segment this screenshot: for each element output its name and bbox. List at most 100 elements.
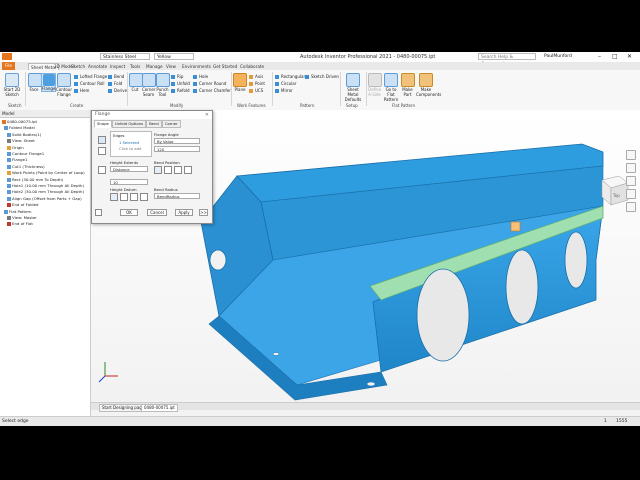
tab-annotate[interactable]: Annotate xyxy=(88,63,107,70)
sketch-driven-pattern-button[interactable]: Sketch Driven xyxy=(305,74,339,80)
unfold-button[interactable]: Unfold xyxy=(171,81,190,87)
material-select[interactable]: Stainless Steel xyxy=(100,53,150,60)
face-button[interactable]: Face xyxy=(28,73,42,92)
corner-seam-button[interactable]: Corner Seam xyxy=(142,73,156,97)
browser-node[interactable]: Align Gap (Offset from Parts + Gap) xyxy=(0,196,82,202)
small-hole[interactable] xyxy=(366,381,376,387)
edge-grip-handle[interactable] xyxy=(510,221,521,232)
orbit-icon[interactable] xyxy=(626,189,636,199)
browser-node[interactable]: Origin xyxy=(0,145,24,151)
flip-direction-icon[interactable] xyxy=(98,166,106,174)
browser-node[interactable]: Folded Model xyxy=(0,125,35,131)
hole-button[interactable]: Hole xyxy=(193,74,208,80)
bend-position-option-1[interactable] xyxy=(154,166,162,174)
maximize-icon[interactable]: □ xyxy=(612,53,618,60)
tab-collaborate[interactable]: Collaborate xyxy=(240,63,264,70)
help-icon[interactable] xyxy=(95,209,102,216)
loop-select-icon[interactable] xyxy=(98,147,106,155)
zoom-icon[interactable] xyxy=(626,176,636,186)
browser-node[interactable]: End of Folded xyxy=(0,202,39,208)
flange-button[interactable]: Flange xyxy=(41,73,56,92)
make-part-button[interactable]: Make Part xyxy=(401,73,415,97)
small-hole[interactable] xyxy=(272,352,280,356)
go-to-flat-pattern-button[interactable]: Go to Flat Pattern xyxy=(383,73,399,102)
large-hole-2[interactable] xyxy=(505,249,539,325)
rip-button[interactable]: Rip xyxy=(171,74,183,80)
user-account[interactable]: PaulMunford xyxy=(542,53,584,60)
large-hole-3[interactable] xyxy=(564,231,588,289)
tab-file[interactable]: File xyxy=(2,62,16,70)
height-datum-option-4[interactable] xyxy=(140,193,148,201)
tab-shape[interactable]: Shape xyxy=(94,120,112,128)
lofted-flange-button[interactable]: Lofted Flange xyxy=(74,74,107,80)
tab-sketch[interactable]: Sketch xyxy=(71,63,85,70)
browser-node[interactable]: Work Points (Point by Center of Loop) xyxy=(0,170,85,176)
define-a-side-button[interactable]: Define A-Side xyxy=(368,73,382,97)
height-datum-option-1[interactable] xyxy=(110,193,118,201)
edges-box[interactable]: Edges 1 Selected Click to add xyxy=(110,131,152,157)
tab-environments[interactable]: Environments xyxy=(182,63,211,70)
height-extents-select[interactable]: Distance xyxy=(110,166,148,172)
browser-node[interactable]: Hole1 (10.00 mm Through All Depth) xyxy=(0,183,84,189)
contour-flange-button[interactable]: Contour Flange xyxy=(56,73,72,97)
derive-button[interactable]: Derive xyxy=(108,88,127,94)
pan-icon[interactable] xyxy=(626,163,636,173)
hem-button[interactable]: Hem xyxy=(74,88,89,94)
corner-chamfer-button[interactable]: Corner Chamfer xyxy=(193,88,231,94)
doc-tab-part[interactable]: 0480-00075.ipt xyxy=(141,404,178,412)
browser-node[interactable]: Cut1 (Thickness) xyxy=(0,164,45,170)
bend-button[interactable]: Bend xyxy=(108,74,124,80)
corner-round-button[interactable]: Corner Round xyxy=(193,81,226,87)
axis-button[interactable]: Axis xyxy=(249,74,263,80)
look-at-icon[interactable] xyxy=(626,202,636,212)
bend-radius-input[interactable]: BendRadius xyxy=(154,193,200,199)
browser-node[interactable]: Flange1 xyxy=(0,157,28,163)
browser-node[interactable]: View: Sheet xyxy=(0,138,35,144)
browser-node[interactable]: View: Master xyxy=(0,215,37,221)
bend-position-option-2[interactable] xyxy=(164,166,172,174)
height-datum-option-2[interactable] xyxy=(120,193,128,201)
height-datum-option-3[interactable] xyxy=(130,193,138,201)
tab-view[interactable]: View xyxy=(166,63,176,70)
browser-node[interactable]: Contour Flange1 xyxy=(0,151,44,157)
end-hole[interactable] xyxy=(209,249,227,271)
full-navigation-wheel-icon[interactable] xyxy=(626,150,636,160)
browser-node[interactable]: End of Flat xyxy=(0,221,33,227)
close-icon[interactable]: ✕ xyxy=(627,53,632,60)
bend-position-option-3[interactable] xyxy=(174,166,182,174)
large-hole-1[interactable] xyxy=(416,268,470,362)
punch-tool-button[interactable]: Punch Tool xyxy=(156,73,170,97)
ok-button[interactable]: OK xyxy=(120,209,138,216)
edge-select-icon[interactable] xyxy=(98,136,106,144)
sheet-metal-defaults-button[interactable]: Sheet Metal Defaults xyxy=(342,73,364,102)
app-logo-icon[interactable] xyxy=(2,53,12,60)
cut-button[interactable]: Cut xyxy=(129,73,143,92)
bend-position-option-4[interactable] xyxy=(184,166,192,174)
browser-node[interactable]: Hole2 (30.00 mm Through All Depth) xyxy=(0,189,84,195)
search-input[interactable]: Search Help & Commands... xyxy=(478,53,536,67)
circular-pattern-button[interactable]: Circular xyxy=(275,81,296,87)
browser-tab-model[interactable]: Model xyxy=(0,110,90,118)
flange-angle-mode-select[interactable]: By Value xyxy=(154,138,200,144)
tab-corner[interactable]: Corner xyxy=(161,120,181,128)
cancel-button[interactable]: Cancel xyxy=(147,209,167,216)
point-button[interactable]: Point xyxy=(249,81,265,87)
browser-node[interactable]: 0480-00075.ipt xyxy=(0,119,37,125)
rectangular-pattern-button[interactable]: Rectangular xyxy=(275,74,305,80)
height-input[interactable]: 10 xyxy=(110,179,148,185)
browser-node[interactable]: Solid Bodies(1) xyxy=(0,132,41,138)
browser-node[interactable]: Rect (30.00 mm To Depth) xyxy=(0,177,63,183)
browser-node[interactable]: Flat Pattern xyxy=(0,209,31,215)
mirror-button[interactable]: Mirror xyxy=(275,88,293,94)
more-options-button[interactable]: >> xyxy=(199,209,208,216)
start-sketch-button[interactable]: Start 2D Sketch xyxy=(3,73,21,97)
apply-button[interactable]: Apply xyxy=(175,209,193,216)
tab-inspect[interactable]: Inspect xyxy=(110,63,125,70)
plane-button[interactable]: Plane xyxy=(233,73,247,92)
contour-roll-button[interactable]: Contour Roll xyxy=(74,81,105,87)
tab-tools[interactable]: Tools xyxy=(130,63,140,70)
flange-angle-input[interactable]: 120 xyxy=(154,146,200,152)
make-components-button[interactable]: Make Components xyxy=(416,73,441,97)
tab-manage[interactable]: Manage xyxy=(146,63,163,70)
tab-bend[interactable]: Bend xyxy=(146,120,162,128)
